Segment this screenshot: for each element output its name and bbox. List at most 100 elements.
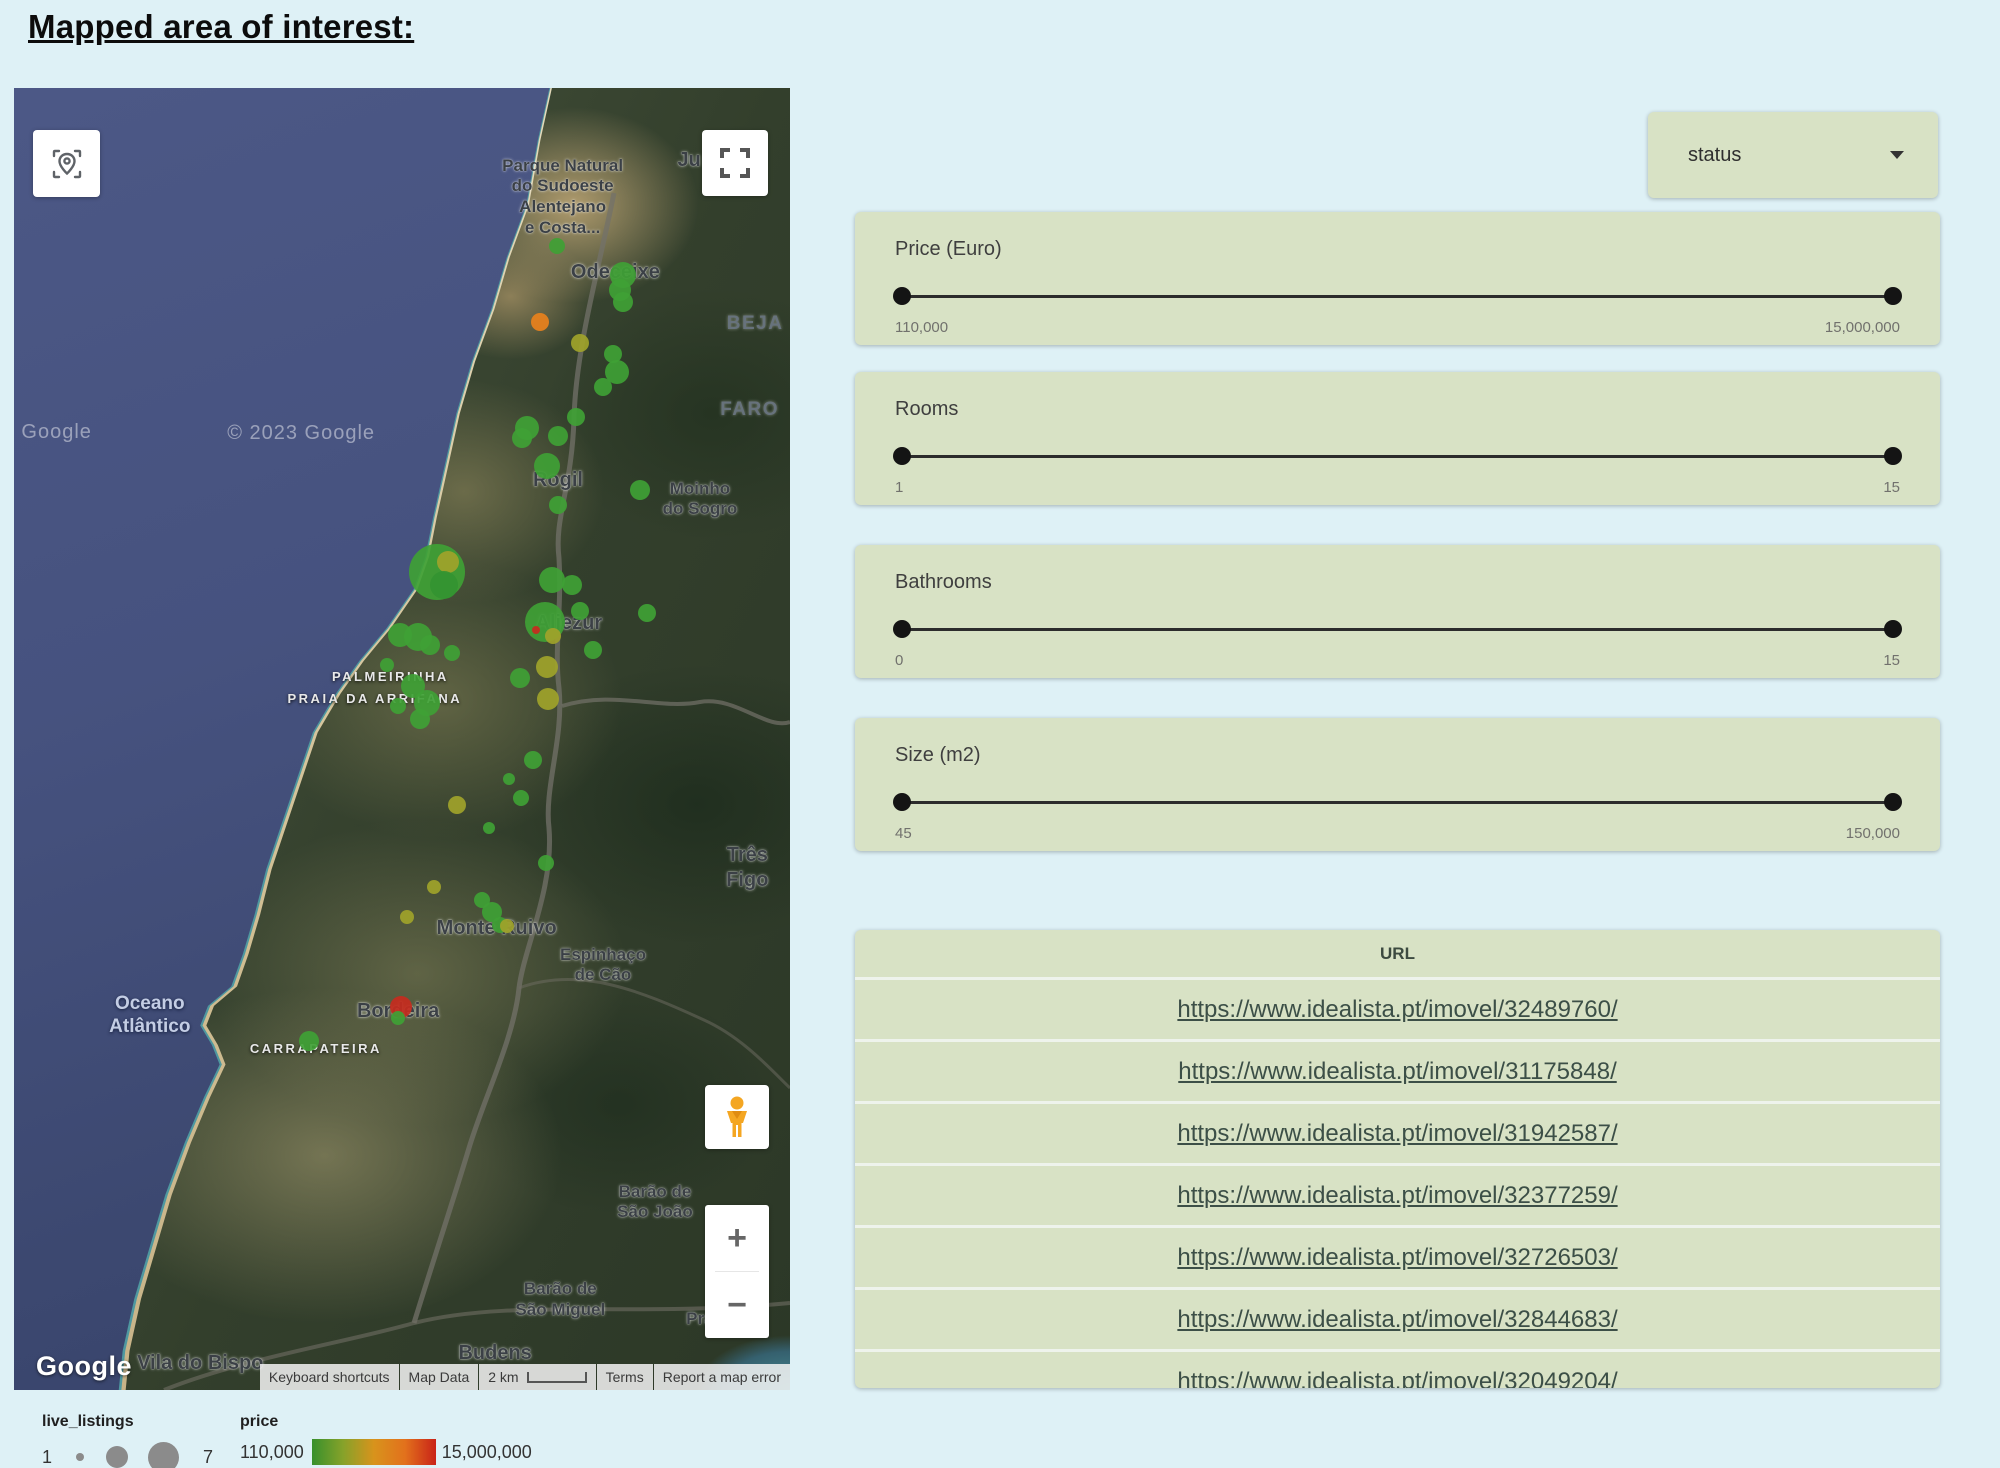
listing-marker[interactable] [444, 645, 460, 661]
rooms-slider-track[interactable] [895, 455, 1900, 458]
bathrooms-slider-track[interactable] [895, 628, 1900, 631]
listing-marker[interactable] [594, 378, 612, 396]
pegman-button[interactable] [705, 1085, 769, 1149]
listing-marker[interactable] [532, 626, 540, 634]
map-canvas[interactable]: Parque Natural do Sudoeste Alentejano e … [14, 88, 790, 1390]
bathrooms-slider-card: Bathrooms 0 15 [855, 545, 1940, 678]
listing-marker[interactable] [299, 1031, 319, 1051]
chevron-down-icon [1890, 151, 1904, 159]
bathrooms-max-value: 15 [1883, 652, 1900, 669]
listing-marker[interactable] [391, 1011, 405, 1025]
listing-marker[interactable] [538, 855, 554, 871]
pegman-icon [720, 1095, 754, 1139]
terms-link[interactable]: Terms [597, 1364, 653, 1390]
listing-link[interactable]: https://www.idealista.pt/imovel/31175848… [1178, 1058, 1616, 1086]
rooms-max-value: 15 [1883, 479, 1900, 496]
url-table: URL https://www.idealista.pt/imovel/3248… [855, 930, 1940, 1388]
listing-link[interactable]: https://www.idealista.pt/imovel/32726503… [1177, 1244, 1617, 1272]
listing-marker[interactable] [430, 571, 458, 599]
table-row: https://www.idealista.pt/imovel/32489760… [855, 977, 1940, 1039]
price-slider-handle-min[interactable] [893, 287, 911, 305]
listing-marker[interactable] [513, 790, 529, 806]
listing-marker[interactable] [427, 880, 441, 894]
keyboard-shortcuts-link[interactable]: Keyboard shortcuts [260, 1364, 399, 1390]
area-select-button[interactable] [33, 130, 100, 197]
listing-marker[interactable] [548, 426, 568, 446]
listing-marker[interactable] [390, 698, 406, 714]
zoom-out-button[interactable]: − [705, 1272, 769, 1338]
color-legend-max: 15,000,000 [442, 1442, 532, 1463]
listing-link[interactable]: https://www.idealista.pt/imovel/32049204… [1177, 1368, 1617, 1389]
listing-marker[interactable] [638, 604, 656, 622]
rooms-min-value: 1 [895, 479, 903, 496]
listing-link[interactable]: https://www.idealista.pt/imovel/32489760… [1177, 996, 1617, 1024]
listing-marker[interactable] [483, 822, 495, 834]
map-scale[interactable]: 2 km [479, 1364, 595, 1390]
fullscreen-button[interactable] [702, 130, 768, 196]
listing-marker[interactable] [503, 773, 515, 785]
listing-marker[interactable] [380, 658, 394, 672]
size-legend-max: 7 [203, 1447, 213, 1468]
table-row: https://www.idealista.pt/imovel/32377259… [855, 1163, 1940, 1225]
size-legend-dot-small [76, 1453, 84, 1461]
listing-marker[interactable] [571, 334, 589, 352]
page-title: Mapped area of interest: [28, 8, 414, 46]
google-logo[interactable]: Google [36, 1351, 132, 1382]
map-scale-label: 2 km [488, 1369, 518, 1385]
bathrooms-slider-handle-min[interactable] [893, 620, 911, 638]
listing-marker[interactable] [562, 575, 582, 595]
listing-marker[interactable] [448, 796, 466, 814]
listing-marker[interactable] [531, 313, 549, 331]
zoom-in-button[interactable]: + [705, 1205, 769, 1271]
listing-marker[interactable] [584, 641, 602, 659]
bathrooms-slider-handle-max[interactable] [1884, 620, 1902, 638]
size-slider-handle-min[interactable] [893, 793, 911, 811]
bathrooms-slider-label: Bathrooms [895, 571, 1900, 594]
price-gradient-bar [312, 1439, 436, 1465]
fullscreen-icon [720, 148, 750, 178]
price-slider-track[interactable] [895, 295, 1900, 298]
listing-marker[interactable] [549, 238, 565, 254]
listing-marker[interactable] [539, 567, 565, 593]
price-max-value: 15,000,000 [1825, 319, 1900, 336]
size-slider-card: Size (m2) 45 150,000 [855, 718, 1940, 851]
page: Mapped area of interest: Parque Natural … [0, 0, 2000, 1468]
status-dropdown[interactable]: status [1648, 112, 1938, 198]
listing-marker[interactable] [567, 408, 585, 426]
listing-marker[interactable] [549, 496, 567, 514]
size-legend-min: 1 [42, 1447, 52, 1468]
report-map-error-link[interactable]: Report a map error [654, 1364, 790, 1390]
listing-marker[interactable] [510, 668, 530, 688]
size-slider-handle-max[interactable] [1884, 793, 1902, 811]
table-row: https://www.idealista.pt/imovel/31175848… [855, 1039, 1940, 1101]
rooms-slider-handle-min[interactable] [893, 447, 911, 465]
listing-marker[interactable] [437, 551, 459, 573]
listing-marker[interactable] [410, 709, 430, 729]
table-row: https://www.idealista.pt/imovel/31942587… [855, 1101, 1940, 1163]
listing-marker[interactable] [524, 751, 542, 769]
size-slider-track[interactable] [895, 801, 1900, 804]
rooms-slider-handle-max[interactable] [1884, 447, 1902, 465]
listing-marker[interactable] [534, 453, 560, 479]
size-legend-title: live_listings [42, 1413, 134, 1431]
url-column-header: URL [855, 930, 1940, 977]
listing-marker[interactable] [537, 688, 559, 710]
listing-marker[interactable] [630, 480, 650, 500]
rooms-slider-label: Rooms [895, 398, 1900, 421]
map-data-link[interactable]: Map Data [400, 1364, 479, 1390]
price-slider-handle-max[interactable] [1884, 287, 1902, 305]
listing-link[interactable]: https://www.idealista.pt/imovel/31942587… [1177, 1120, 1617, 1148]
listing-marker[interactable] [512, 428, 532, 448]
listing-marker[interactable] [400, 910, 414, 924]
listing-marker[interactable] [536, 656, 558, 678]
listing-marker[interactable] [420, 635, 440, 655]
zoom-control: + − [705, 1205, 769, 1338]
listing-link[interactable]: https://www.idealista.pt/imovel/32377259… [1177, 1182, 1617, 1210]
listing-link[interactable]: https://www.idealista.pt/imovel/32844683… [1177, 1306, 1617, 1334]
listing-marker[interactable] [545, 628, 561, 644]
listing-marker[interactable] [571, 602, 589, 620]
location-pin-icon [48, 145, 86, 183]
listing-marker[interactable] [613, 292, 633, 312]
listing-marker[interactable] [500, 919, 514, 933]
price-slider-label: Price (Euro) [895, 238, 1900, 261]
